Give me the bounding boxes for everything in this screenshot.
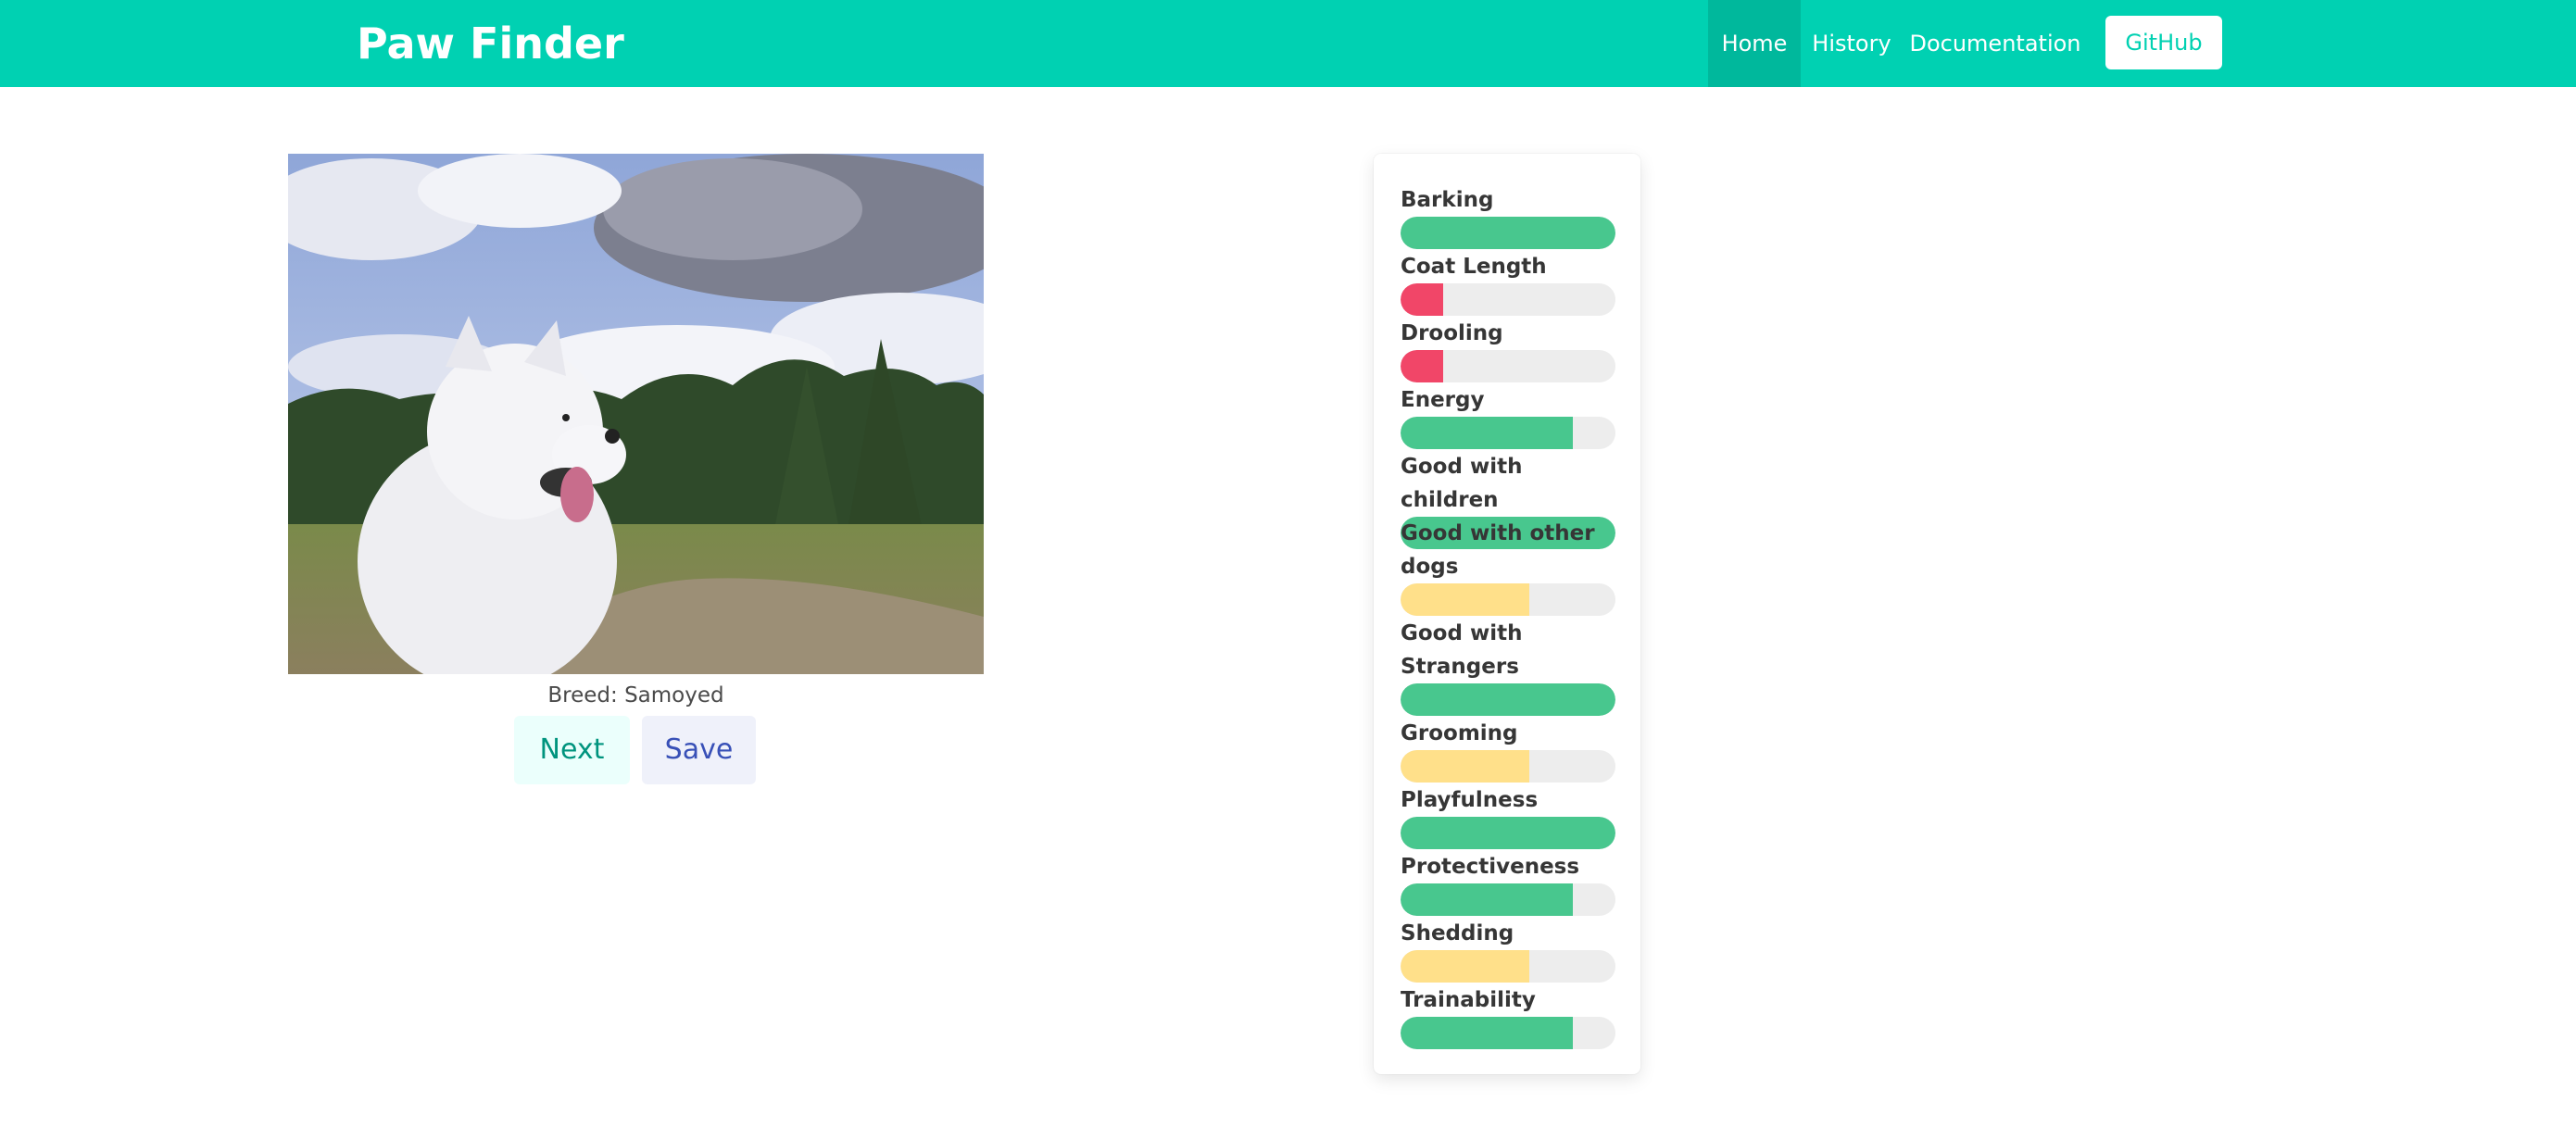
trait-progress-track — [1401, 417, 1615, 449]
trait-shedding: Shedding — [1401, 917, 1615, 983]
nav-home[interactable]: Home — [1708, 0, 1801, 87]
trait-label: Good with children — [1401, 455, 1523, 512]
trait-label: Grooming — [1401, 721, 1518, 745]
next-button[interactable]: Next — [514, 716, 630, 784]
trait-label: Good with other dogs — [1401, 521, 1595, 579]
trait-barking: Barking — [1401, 183, 1615, 249]
trait-progress-track — [1401, 583, 1615, 616]
trait-label: Barking — [1401, 188, 1494, 212]
breed-label: Breed: Samoyed — [547, 683, 724, 708]
navbar: Paw Finder Home History Documentation Gi… — [0, 0, 2576, 87]
trait-progress-track — [1401, 683, 1615, 716]
trait-protectiveness: Protectiveness — [1401, 850, 1615, 916]
trait-progress-track — [1401, 817, 1615, 849]
trait-progress-track — [1401, 283, 1615, 316]
trait-progress-fill — [1401, 950, 1530, 983]
trait-progress-track — [1401, 217, 1615, 249]
trait-progress-fill — [1401, 283, 1444, 316]
trait-good-with-strangers: Good with Strangers — [1401, 617, 1615, 716]
trait-progress-fill — [1401, 883, 1573, 916]
trait-grooming: Grooming — [1401, 717, 1615, 783]
trait-label: Drooling — [1401, 321, 1503, 345]
traits-card: Barking Coat Length Drooling Energy Good… — [1374, 154, 1640, 1074]
trait-drooling: Drooling — [1401, 317, 1615, 382]
trait-progress-fill — [1401, 217, 1615, 249]
trait-label: Good with Strangers — [1401, 621, 1523, 679]
trait-coat-length: Coat Length — [1401, 250, 1615, 316]
brand-logo[interactable]: Paw Finder — [357, 13, 624, 74]
trait-progress-fill — [1401, 750, 1530, 783]
save-button[interactable]: Save — [642, 716, 756, 784]
github-button[interactable]: GitHub — [2105, 16, 2222, 69]
trait-trainability: Trainability — [1401, 983, 1615, 1049]
trait-progress-fill — [1401, 1017, 1573, 1049]
trait-label: Coat Length — [1401, 255, 1547, 279]
trait-label: Playfulness — [1401, 788, 1539, 812]
trait-good-with-other-dogs: Good with other dogs — [1401, 517, 1615, 616]
trait-progress-fill — [1401, 350, 1444, 382]
trait-progress-fill — [1401, 683, 1615, 716]
trait-progress-track — [1401, 950, 1615, 983]
trait-energy: Energy — [1401, 383, 1615, 449]
trait-label: Protectiveness — [1401, 855, 1580, 879]
trait-progress-track — [1401, 883, 1615, 916]
trait-progress-fill — [1401, 417, 1573, 449]
trait-label: Energy — [1401, 388, 1485, 412]
trait-progress-track — [1401, 1017, 1615, 1049]
trait-progress-track — [1401, 350, 1615, 382]
trait-label: Trainability — [1401, 988, 1536, 1012]
trait-playfulness: Playfulness — [1401, 783, 1615, 849]
trait-progress-fill — [1401, 583, 1530, 616]
trait-progress-fill — [1401, 817, 1615, 849]
nav-history[interactable]: History — [1801, 0, 1903, 87]
nav-documentation[interactable]: Documentation — [1903, 0, 2088, 87]
dog-photo — [288, 154, 984, 674]
trait-label: Shedding — [1401, 921, 1514, 945]
trait-progress-track — [1401, 750, 1615, 783]
